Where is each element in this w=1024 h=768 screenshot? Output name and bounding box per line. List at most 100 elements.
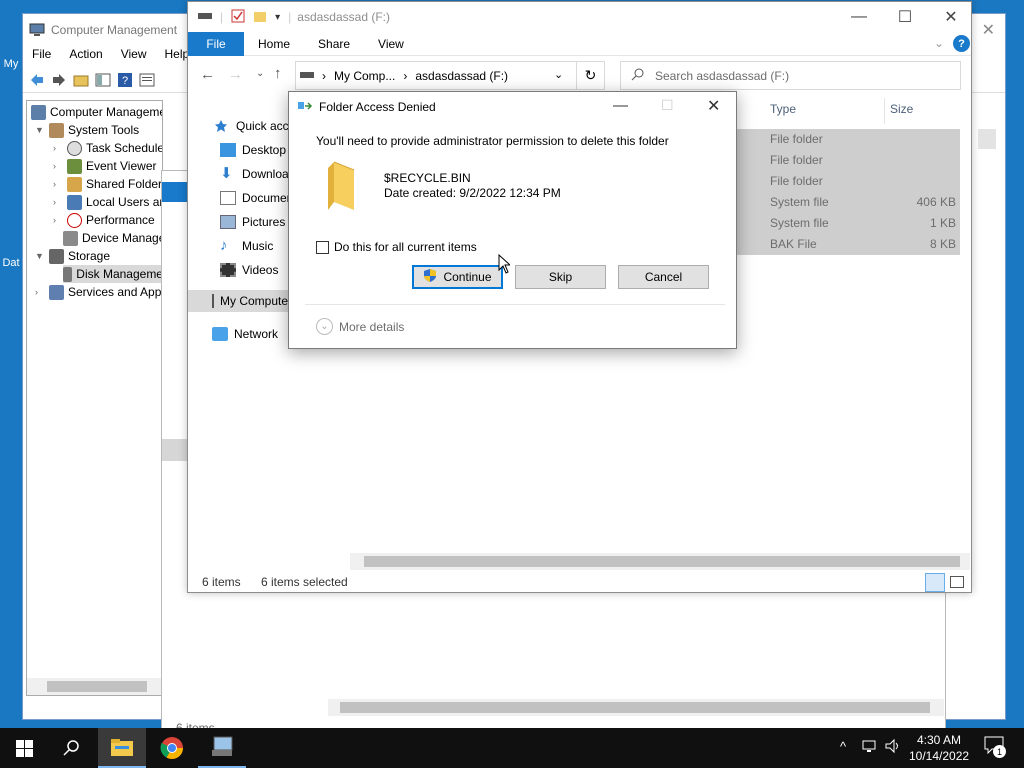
file-row[interactable]: File folder xyxy=(734,129,960,150)
address-dropdown-icon[interactable]: ⌄ xyxy=(554,68,563,81)
chevron-down-icon[interactable]: ▼ xyxy=(35,125,45,135)
show-hide-tree-icon[interactable] xyxy=(95,72,111,88)
chevron-right-icon[interactable]: › xyxy=(53,143,63,153)
file-row[interactable]: File folder xyxy=(734,171,960,192)
tree-item-disk-management[interactable]: Disk Management xyxy=(63,265,162,283)
recent-dropdown-icon[interactable]: ⌄ xyxy=(256,68,264,79)
up-folder-icon[interactable] xyxy=(73,72,89,88)
apply-all-checkbox[interactable] xyxy=(316,241,329,254)
chevron-right-icon[interactable]: › xyxy=(53,179,63,189)
clock[interactable]: 4:30 AM 10/14/2022 xyxy=(909,732,969,764)
refresh-icon[interactable]: ↻ xyxy=(576,62,604,89)
desktop-icon-my-computer-label[interactable]: My xyxy=(0,58,22,70)
files-scrollbar[interactable] xyxy=(350,553,970,570)
apply-all-label[interactable]: Do this for all current items xyxy=(334,240,477,254)
sidebar-item-network[interactable]: Network xyxy=(212,323,278,345)
cm-titlebar: Computer Management xyxy=(29,19,177,41)
tree-item-task-scheduler[interactable]: › Task Scheduler xyxy=(53,139,162,157)
continue-button[interactable]: Continue xyxy=(412,265,503,289)
scroll-up-button[interactable] xyxy=(978,129,996,149)
address-bar[interactable]: › My Comp... › asdasdassad (F:) ⌄ ↻ xyxy=(295,61,605,90)
file-row[interactable]: BAK File 8 KB xyxy=(734,234,960,255)
breadcrumb-my-computer[interactable]: My Comp... xyxy=(334,69,395,83)
ribbon-tab-file[interactable]: File xyxy=(188,31,244,56)
chevron-right-icon[interactable]: › xyxy=(35,287,45,297)
tree-item-local-users[interactable]: ›Local Users and xyxy=(53,193,162,211)
back-arrow-icon[interactable] xyxy=(29,72,45,88)
item-date: Date created: 9/2/2022 12:34 PM xyxy=(384,186,561,200)
chevron-down-icon[interactable]: ▼ xyxy=(35,251,45,261)
ribbon-expand-icon[interactable]: ⌄ xyxy=(934,36,944,50)
volume-icon[interactable] xyxy=(884,737,902,758)
file-explorer-taskbar-button[interactable] xyxy=(98,728,146,768)
large-icons-view-icon[interactable] xyxy=(950,576,964,588)
properties-check-icon[interactable] xyxy=(231,9,245,26)
folder-access-denied-dialog: Folder Access Denied — ☐ ✕ You'll need t… xyxy=(288,91,737,349)
sidebar-item-music[interactable]: ♪ Music xyxy=(220,235,273,257)
tree-item-performance[interactable]: › Performance xyxy=(53,211,155,229)
tree-item-event-viewer[interactable]: › Event Viewer xyxy=(53,157,156,175)
tree-scrollbar[interactable] xyxy=(27,678,162,695)
up-icon[interactable]: ↑ xyxy=(274,65,282,82)
sidebar-item-my-computer[interactable]: My Computer xyxy=(188,290,292,312)
dialog-close-icon[interactable]: ✕ xyxy=(707,96,720,116)
notification-count-badge: 1 xyxy=(993,745,1006,758)
file-row[interactable]: System file 1 KB xyxy=(734,213,960,234)
show-hidden-icons-chevron-icon[interactable]: ^ xyxy=(840,739,846,754)
tree-item-services[interactable]: › Services and Appl xyxy=(35,283,162,301)
network-tray-icon[interactable] xyxy=(862,738,880,757)
column-type[interactable]: Type xyxy=(770,102,796,122)
clock-icon xyxy=(67,140,82,156)
clock-time: 4:30 AM xyxy=(916,733,962,747)
cm-menu-view[interactable]: View xyxy=(112,44,156,66)
sidebar-item-videos[interactable]: Videos xyxy=(220,259,278,281)
dialog-minimize-icon[interactable]: — xyxy=(613,97,628,114)
search-box[interactable]: Search asdasdassad (F:) xyxy=(620,61,961,90)
chevron-right-icon[interactable]: › xyxy=(53,197,63,207)
skip-button[interactable]: Skip xyxy=(515,265,606,289)
tree-item-root[interactable]: Computer Management (l xyxy=(31,103,162,121)
cm-close-icon[interactable]: ✕ xyxy=(982,20,995,40)
file-row[interactable]: File folder xyxy=(734,150,960,171)
column-size[interactable]: Size xyxy=(890,102,913,122)
minimize-icon[interactable]: — xyxy=(836,2,882,32)
tree-item-system-tools[interactable]: ▼ System Tools xyxy=(35,121,139,139)
breadcrumb-drive[interactable]: asdasdassad (F:) xyxy=(415,69,508,83)
ribbon-tab-view[interactable]: View xyxy=(364,37,418,51)
notification-center-icon[interactable]: 1 xyxy=(984,736,1008,760)
tree-item-shared-folders[interactable]: › Shared Folders xyxy=(53,175,162,193)
desktop-icon-data-label[interactable]: Dat xyxy=(0,257,22,269)
chevron-right-icon[interactable]: › xyxy=(53,215,63,225)
back-window-file-tab[interactable] xyxy=(162,182,188,202)
cm-menu-file[interactable]: File xyxy=(23,44,60,66)
cancel-button[interactable]: Cancel xyxy=(618,265,709,289)
tree-item-device-manager[interactable]: Device Manager xyxy=(63,229,162,247)
start-button[interactable] xyxy=(0,728,48,768)
new-folder-icon[interactable] xyxy=(253,9,267,26)
tree-item-storage[interactable]: ▼ Storage xyxy=(35,247,110,265)
sidebar-item-desktop[interactable]: Desktop xyxy=(220,139,286,161)
qat-dropdown-icon[interactable]: ▾ xyxy=(275,12,280,23)
forward-arrow-icon[interactable] xyxy=(51,72,67,88)
forward-icon[interactable]: → xyxy=(228,66,243,83)
computer-management-taskbar-button[interactable] xyxy=(198,728,246,768)
back-icon[interactable]: ← xyxy=(200,66,215,83)
help-icon[interactable]: ? xyxy=(953,35,970,52)
file-row[interactable]: System file 406 KB xyxy=(734,192,960,213)
expand-chevron-icon[interactable]: ⌄ xyxy=(316,318,333,335)
back-window-scrollbar[interactable] xyxy=(328,699,944,716)
details-view-icon[interactable] xyxy=(925,573,945,592)
cm-menu-action[interactable]: Action xyxy=(60,44,111,66)
search-taskbar-button[interactable] xyxy=(48,728,96,768)
close-icon[interactable]: ✕ xyxy=(928,2,974,32)
more-details-link[interactable]: More details xyxy=(339,320,404,334)
chevron-right-icon[interactable]: › xyxy=(53,161,63,171)
ribbon-tab-share[interactable]: Share xyxy=(304,37,364,51)
properties-icon[interactable] xyxy=(139,72,155,88)
chrome-taskbar-button[interactable] xyxy=(148,728,196,768)
drive-icon xyxy=(300,69,314,83)
ribbon-tab-home[interactable]: Home xyxy=(244,37,304,51)
maximize-icon[interactable]: ☐ xyxy=(882,2,928,32)
sidebar-item-pictures[interactable]: Pictures xyxy=(220,211,285,233)
help-icon[interactable]: ? xyxy=(117,72,133,88)
